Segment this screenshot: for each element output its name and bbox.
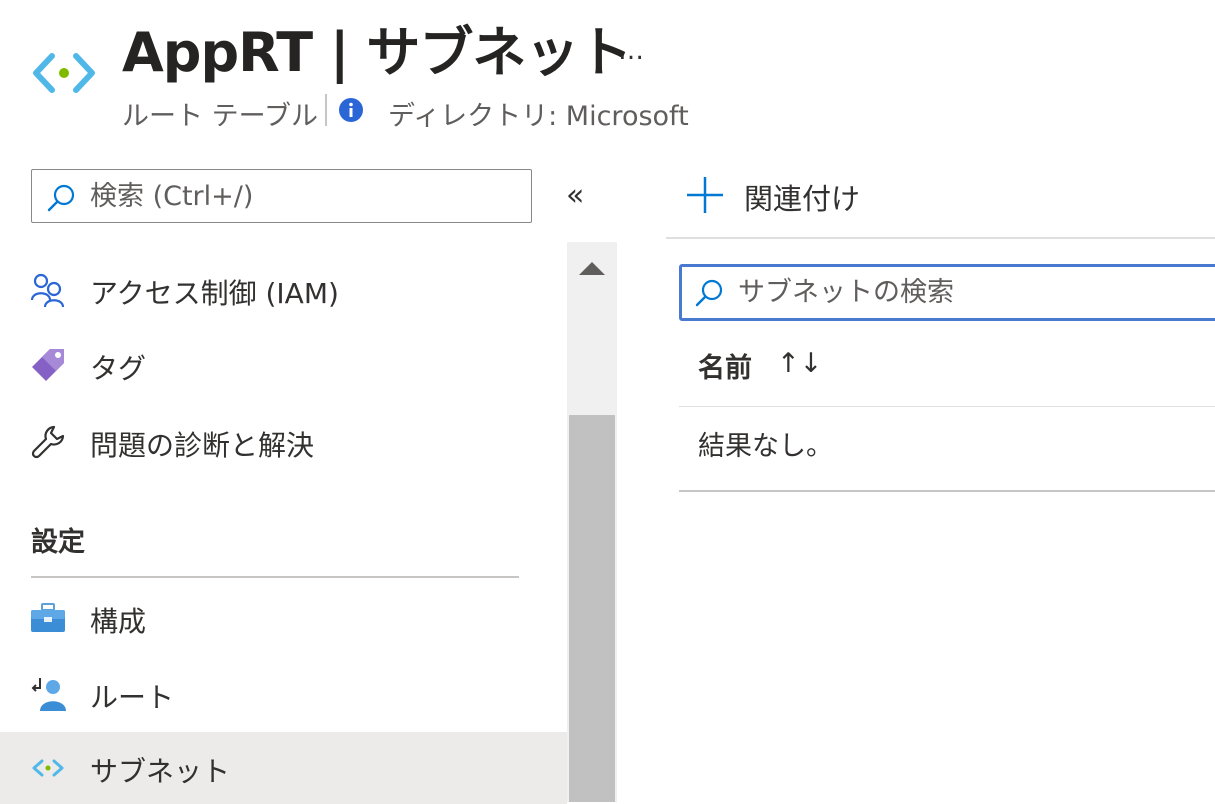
plus-icon bbox=[687, 177, 723, 213]
page-title: AppRT | サブネット bbox=[122, 21, 632, 84]
scrollbar-thumb[interactable] bbox=[569, 415, 615, 802]
subnet-resource-icon bbox=[33, 53, 95, 93]
sidebar-item-tags[interactable]: タグ bbox=[0, 329, 567, 401]
people-icon bbox=[30, 273, 65, 308]
sidebar-item-label: アクセス制御 (IAM) bbox=[90, 277, 339, 310]
sidebar-item-diagnose[interactable]: 問題の診断と解決 bbox=[0, 406, 567, 478]
route-icon bbox=[31, 678, 66, 711]
table-bottom-divider bbox=[679, 490, 1215, 492]
search-icon bbox=[695, 279, 723, 307]
section-divider bbox=[31, 576, 519, 578]
search-icon bbox=[47, 184, 75, 212]
sidebar-item-label: 構成 bbox=[90, 605, 147, 638]
sidebar-item-access-control[interactable]: アクセス制御 (IAM) bbox=[0, 254, 567, 326]
sidebar-item-label: 問題の診断と解決 bbox=[90, 429, 315, 462]
more-options-button[interactable]: … bbox=[618, 36, 645, 66]
menu-search-box[interactable] bbox=[31, 169, 532, 223]
header-divider bbox=[325, 94, 327, 126]
tag-icon bbox=[32, 349, 64, 381]
sidebar-item-label: サブネット bbox=[90, 755, 231, 788]
info-icon[interactable] bbox=[339, 98, 363, 122]
menu-search-input[interactable] bbox=[90, 176, 520, 216]
column-header-name[interactable]: 名前 bbox=[698, 346, 752, 385]
sidebar-item-subnets[interactable]: サブネット bbox=[0, 732, 567, 804]
sort-icon[interactable]: ↑↓ bbox=[777, 348, 822, 379]
sidebar-item-configuration[interactable]: 構成 bbox=[0, 582, 567, 654]
directory-label: ディレクトリ: Microsoft bbox=[388, 101, 689, 132]
empty-results-message: 結果なし。 bbox=[698, 431, 833, 462]
subnet-icon bbox=[32, 759, 64, 777]
menu-scrollbar[interactable] bbox=[567, 242, 617, 802]
associate-button-label: 関連付け bbox=[744, 182, 861, 216]
sidebar-item-routes[interactable]: ルート bbox=[0, 658, 567, 730]
table-header-divider bbox=[679, 406, 1215, 407]
sidebar-item-label: ルート bbox=[90, 681, 175, 714]
toolbox-icon bbox=[31, 603, 65, 632]
sidebar-item-label: タグ bbox=[90, 352, 147, 385]
scroll-up-arrow-icon[interactable] bbox=[579, 262, 605, 275]
page-subtitle: ルート テーブル bbox=[122, 101, 318, 132]
subnet-search-box[interactable] bbox=[679, 264, 1215, 321]
subnet-search-input[interactable] bbox=[738, 272, 1215, 312]
section-header-settings: 設定 bbox=[31, 527, 85, 558]
collapse-menu-button[interactable]: « bbox=[566, 178, 584, 213]
wrench-icon bbox=[31, 425, 65, 459]
toolbar-divider bbox=[666, 237, 1215, 239]
